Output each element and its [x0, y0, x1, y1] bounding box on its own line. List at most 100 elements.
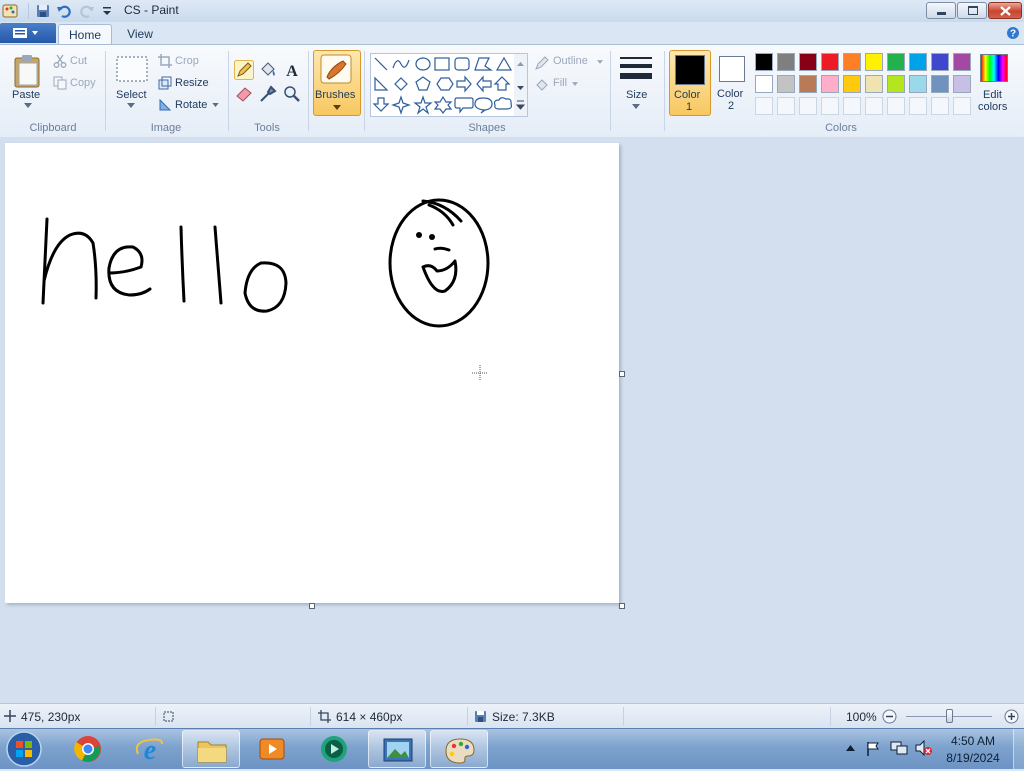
pentagon-shape-icon: [415, 76, 431, 91]
palette-color-swatch[interactable]: [887, 53, 905, 71]
start-button[interactable]: [3, 730, 45, 768]
taskbar-internet-explorer[interactable]: e: [122, 730, 178, 768]
zoom-slider-thumb[interactable]: [946, 709, 953, 723]
colors-group-label: Colors: [825, 122, 857, 134]
handwritten-l1: [179, 225, 186, 303]
resize-handle-corner[interactable]: [619, 603, 625, 609]
network-icon[interactable]: [890, 740, 908, 756]
text-tool-icon[interactable]: A: [282, 60, 302, 80]
palette-custom-slot[interactable]: [777, 97, 795, 115]
paint-menu-icon: [13, 28, 38, 38]
palette-custom-slot[interactable]: [909, 97, 927, 115]
palette-color-swatch[interactable]: [843, 75, 861, 93]
maximize-button[interactable]: [957, 2, 987, 19]
palette-color-swatch[interactable]: [755, 75, 773, 93]
help-icon[interactable]: ?: [1006, 26, 1020, 40]
resize-handle-right[interactable]: [619, 371, 625, 377]
resize-label[interactable]: Resize: [175, 77, 209, 89]
palette-custom-slot[interactable]: [755, 97, 773, 115]
palette-color-swatch[interactable]: [909, 75, 927, 93]
rotate-label[interactable]: Rotate: [175, 99, 207, 111]
palette-custom-slot[interactable]: [843, 97, 861, 115]
palette-color-swatch[interactable]: [887, 75, 905, 93]
color1-button[interactable]: Color 1: [669, 50, 711, 116]
palette-color-swatch[interactable]: [777, 53, 795, 71]
taskbar-chrome[interactable]: [60, 730, 116, 768]
edit-colors-button[interactable]: Edit colors: [976, 50, 1012, 114]
undo-icon[interactable]: [56, 3, 72, 19]
tab-view[interactable]: View: [114, 24, 166, 44]
palette-color-swatch[interactable]: [777, 75, 795, 93]
taskbar-photo-viewer[interactable]: [368, 730, 426, 768]
paste-icon[interactable]: [13, 53, 43, 89]
palette-custom-slot[interactable]: [931, 97, 949, 115]
taskbar-media-player[interactable]: [244, 730, 300, 768]
restore-icon: [968, 6, 978, 15]
zoom-in-icon[interactable]: [1004, 709, 1019, 724]
rounded-callout-shape-icon: [454, 97, 474, 114]
palette-color-swatch[interactable]: [821, 53, 839, 71]
action-center-flag-icon[interactable]: [866, 741, 880, 756]
paste-label[interactable]: Paste: [12, 89, 40, 101]
minimize-button[interactable]: [926, 2, 956, 19]
customize-qat-icon[interactable]: [99, 3, 115, 19]
palette-color-swatch[interactable]: [931, 53, 949, 71]
fill-bucket-icon[interactable]: [258, 60, 278, 80]
shapes-scrollbar[interactable]: [514, 53, 528, 117]
color-picker-icon[interactable]: [258, 84, 278, 104]
clipboard-group-label: Clipboard: [29, 122, 77, 134]
ribbon-separator: [664, 51, 665, 131]
resize-handle-bottom[interactable]: [309, 603, 315, 609]
paste-dropdown-icon[interactable]: [24, 103, 32, 108]
six-point-star-shape-icon: [433, 95, 453, 114]
palette-custom-slot[interactable]: [799, 97, 817, 115]
color2-button[interactable]: Color 2: [712, 50, 752, 114]
paint-app-icon[interactable]: [2, 3, 18, 19]
palette-color-swatch[interactable]: [799, 75, 817, 93]
save-icon[interactable]: [35, 3, 51, 19]
color1-swatch: [675, 55, 705, 85]
close-button[interactable]: [988, 2, 1022, 19]
taskbar-paint[interactable]: [430, 730, 488, 768]
palette-color-swatch[interactable]: [953, 53, 971, 71]
palette-custom-slot[interactable]: [821, 97, 839, 115]
palette-color-swatch[interactable]: [821, 75, 839, 93]
select-dropdown-icon[interactable]: [127, 103, 135, 108]
eraser-icon[interactable]: [234, 84, 254, 104]
palette-custom-slot[interactable]: [953, 97, 971, 115]
select-label[interactable]: Select: [116, 89, 147, 101]
pencil-icon[interactable]: [234, 60, 254, 80]
volume-muted-icon[interactable]: [915, 740, 933, 756]
palette-custom-slot[interactable]: [887, 97, 905, 115]
shapes-gallery[interactable]: [370, 53, 520, 117]
zoom-out-icon[interactable]: [882, 709, 897, 724]
select-icon[interactable]: [116, 56, 148, 82]
palette-color-swatch[interactable]: [953, 75, 971, 93]
magnifier-icon[interactable]: [282, 84, 302, 104]
show-hidden-icons-icon[interactable]: [846, 745, 855, 751]
size-button[interactable]: Size: [614, 50, 660, 114]
rotate-dropdown-icon[interactable]: [212, 103, 219, 107]
palette-color-swatch[interactable]: [909, 53, 927, 71]
left-arrow-shape-icon: [476, 75, 492, 93]
brushes-button[interactable]: Brushes: [313, 50, 361, 116]
rotate-icon[interactable]: [158, 98, 172, 112]
palette-color-swatch[interactable]: [843, 53, 861, 71]
show-desktop-button[interactable]: [1013, 729, 1024, 769]
palette-color-swatch[interactable]: [931, 75, 949, 93]
taskbar-media-center[interactable]: [306, 730, 362, 768]
drawing-canvas[interactable]: [5, 143, 619, 603]
palette-color-swatch[interactable]: [865, 53, 883, 71]
smiley-nose: [433, 246, 451, 252]
palette-color-swatch[interactable]: [865, 75, 883, 93]
clock-date[interactable]: 8/19/2024: [938, 751, 1008, 765]
resize-icon[interactable]: [158, 76, 172, 90]
tab-home[interactable]: Home: [58, 24, 112, 45]
paint-menu-button[interactable]: [0, 23, 56, 43]
size-icon: [620, 57, 652, 79]
palette-color-swatch[interactable]: [755, 53, 773, 71]
palette-color-swatch[interactable]: [799, 53, 817, 71]
clock-time[interactable]: 4:50 AM: [938, 734, 1008, 748]
palette-custom-slot[interactable]: [865, 97, 883, 115]
taskbar-file-explorer[interactable]: [182, 730, 240, 768]
